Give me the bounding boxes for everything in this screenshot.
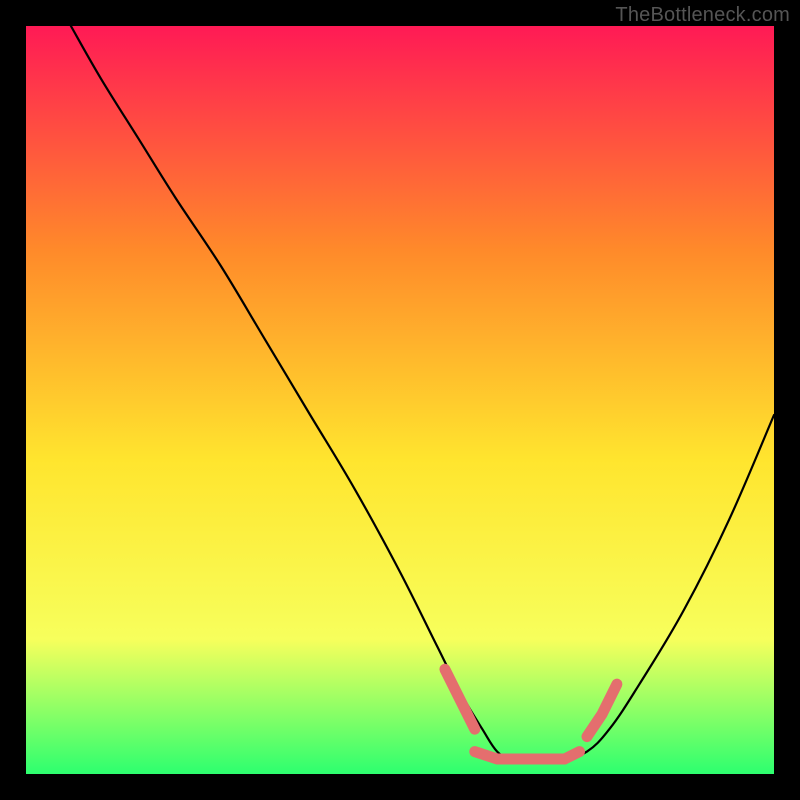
chart-frame: TheBottleneck.com xyxy=(0,0,800,800)
plot-area xyxy=(26,26,774,774)
chart-svg xyxy=(26,26,774,774)
watermark-text: TheBottleneck.com xyxy=(615,4,790,27)
